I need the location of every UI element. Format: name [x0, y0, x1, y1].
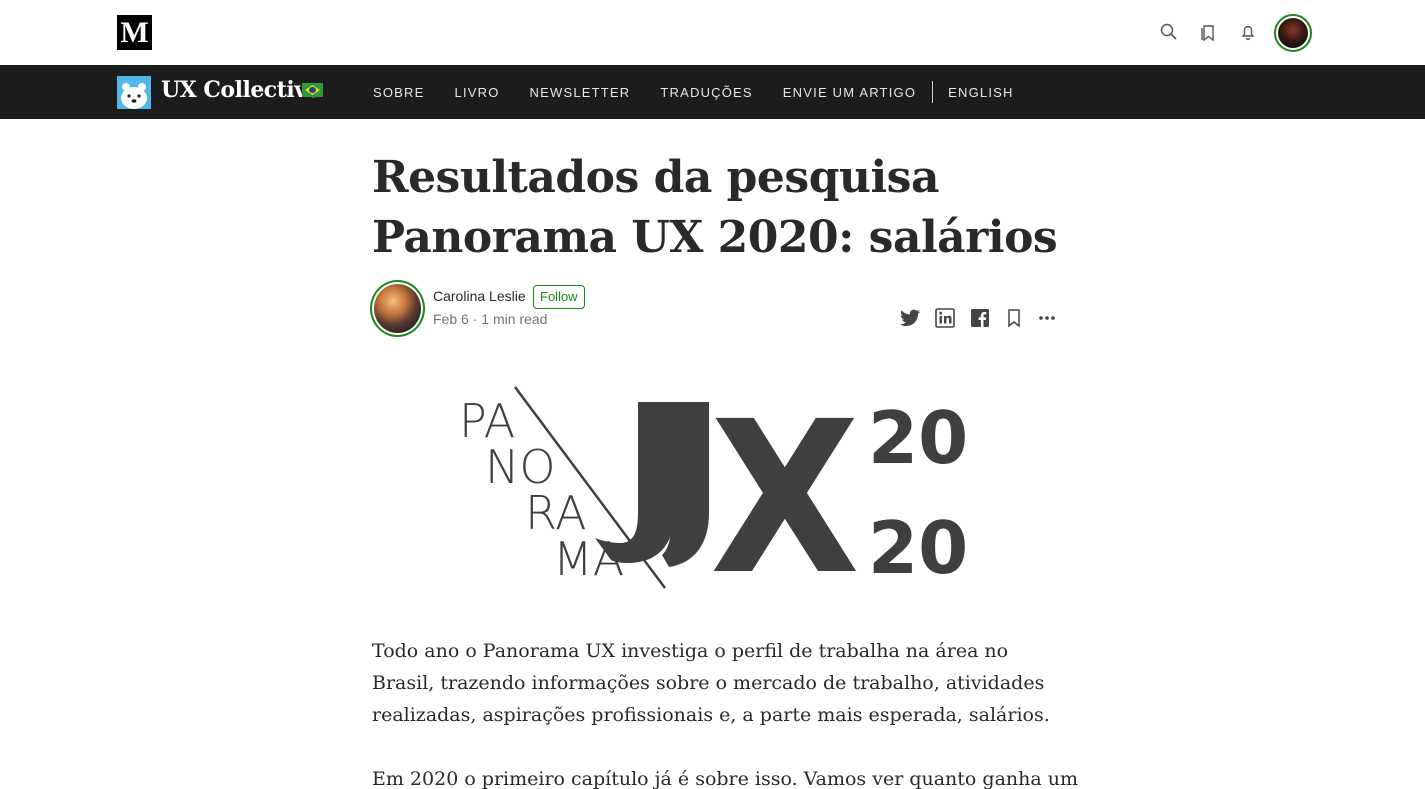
publish-date[interactable]: Feb 6: [433, 311, 469, 327]
twitter-icon[interactable]: [898, 306, 922, 330]
article-title-line1: Resultados da pesquisa: [372, 152, 939, 203]
panorama-ux-2020-logo: PA NO RA MA X 20 20: [459, 385, 968, 595]
linkedin-icon[interactable]: [933, 306, 957, 330]
article-paragraph-1: Todo ano o Panorama UX investiga o perfi…: [372, 640, 1050, 726]
nav-sobre[interactable]: SOBRE: [373, 85, 425, 100]
brazil-flag-icon: [302, 83, 323, 97]
medium-logo[interactable]: M: [117, 15, 152, 50]
nav-english[interactable]: ENGLISH: [948, 85, 1013, 100]
read-time: 1 min read: [481, 311, 548, 327]
search-icon[interactable]: [1159, 22, 1179, 42]
hero-big-x: X: [710, 385, 860, 595]
bookmark-icon[interactable]: [1002, 306, 1026, 330]
publication-name[interactable]: UX Collective: [161, 77, 321, 103]
author-avatar[interactable]: [370, 280, 425, 337]
nav-newsletter[interactable]: NEWSLETTER: [530, 85, 631, 100]
nav-traducoes[interactable]: TRADUÇÕES: [660, 85, 752, 100]
nav-divider: [932, 81, 934, 103]
meta-separator: ·: [472, 311, 482, 327]
hero-year-top: 20: [868, 396, 968, 480]
article-paragraph-2: Em 2020 o primeiro capítulo já é sobre i…: [372, 768, 1078, 789]
top-bar: M: [0, 0, 1425, 65]
follow-button[interactable]: Follow: [533, 285, 585, 309]
author-name[interactable]: Carolina Leslie: [433, 288, 526, 304]
article-title: Resultados da pesquisa Panorama UX 2020:…: [372, 148, 1072, 268]
nav-livro[interactable]: LIVRO: [455, 85, 500, 100]
publication-bar: UX Collective SOBRE LIVRO NEWSLETTER TRA…: [0, 65, 1425, 119]
notifications-icon[interactable]: [1238, 22, 1258, 42]
publication-nav: SOBRE LIVRO NEWSLETTER TRADUÇÕES ENVIE U…: [373, 65, 1044, 119]
article-title-line2: Panorama UX 2020: salários: [372, 212, 1058, 263]
ux-collective-logo[interactable]: [117, 76, 151, 109]
bookmarks-icon[interactable]: [1198, 22, 1218, 42]
hero-year-bottom: 20: [868, 506, 968, 590]
nav-envie-um-artigo[interactable]: ENVIE UM ARTIGO: [783, 85, 916, 100]
facebook-icon[interactable]: [968, 306, 992, 330]
more-icon[interactable]: [1035, 306, 1059, 330]
user-avatar[interactable]: [1274, 14, 1312, 52]
article-meta: Feb 6 · 1 min read: [433, 311, 547, 327]
